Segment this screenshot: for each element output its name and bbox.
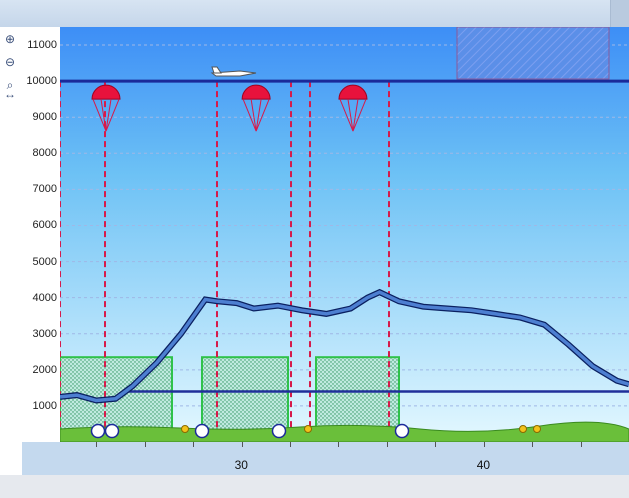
waypoint-marker[interactable]: [304, 425, 312, 433]
y-tick-label: 1000: [32, 399, 57, 412]
y-tick-label: 4000: [32, 291, 57, 304]
x-tick-label: 30: [234, 458, 248, 472]
y-tick-label: 10000: [26, 75, 57, 88]
x-tick-mark: [338, 442, 340, 447]
y-tick-label: 11000: [27, 39, 57, 52]
x-tick-mark: [580, 442, 582, 447]
airfield-marker[interactable]: [271, 423, 287, 439]
y-tick-label: 7000: [32, 183, 57, 196]
y-tick-label: 9000: [32, 111, 57, 124]
x-tick-mark: [193, 442, 195, 447]
airfield-marker[interactable]: [104, 423, 120, 439]
horizontal-resize-icon[interactable]: ↔: [1, 85, 19, 103]
x-tick-mark: [96, 442, 98, 447]
y-axis: 1000 2000 3000 4000 5000 6000 7000 8000 9000 1000…: [22, 27, 60, 475]
y-tick-label: 3000: [32, 327, 57, 340]
window-top-edge: [610, 0, 629, 27]
y-tick-label: 2000: [32, 363, 57, 376]
x-tick-mark: [532, 442, 534, 447]
zoom-in-icon[interactable]: ⊕: [1, 30, 19, 48]
waypoint-marker[interactable]: [533, 425, 541, 433]
x-tick-mark: [144, 442, 146, 447]
x-tick-mark: [290, 442, 292, 447]
chart-toolbar: ⊕ ⊖ ⌕ ↔: [0, 27, 22, 475]
cloud-layers: [60, 356, 400, 431]
y-tick-label: 8000: [32, 147, 57, 160]
x-tick-mark: [483, 442, 485, 447]
cloud-layer: [201, 356, 289, 431]
restricted-airspace-zone: [456, 27, 610, 80]
window-top-bar: [0, 0, 629, 27]
status-bar: [0, 475, 629, 498]
cloud-layer: [315, 356, 400, 431]
flight-profile-chart[interactable]: [60, 27, 629, 442]
x-tick-mark: [435, 442, 437, 447]
waypoint-marker[interactable]: [181, 425, 189, 433]
airfield-marker[interactable]: [90, 423, 106, 439]
zoom-out-icon[interactable]: ⊖: [1, 53, 19, 71]
x-tick-mark: [386, 442, 388, 447]
airfield-marker[interactable]: [194, 423, 210, 439]
y-tick-label: 5000: [32, 255, 57, 268]
x-tick-label: 40: [476, 458, 491, 472]
airfield-marker[interactable]: [394, 423, 410, 439]
x-tick-mark: [241, 442, 243, 447]
y-tick-label: 6000: [32, 219, 57, 232]
waypoint-marker[interactable]: [519, 425, 527, 433]
x-axis: 30 40: [22, 442, 629, 475]
